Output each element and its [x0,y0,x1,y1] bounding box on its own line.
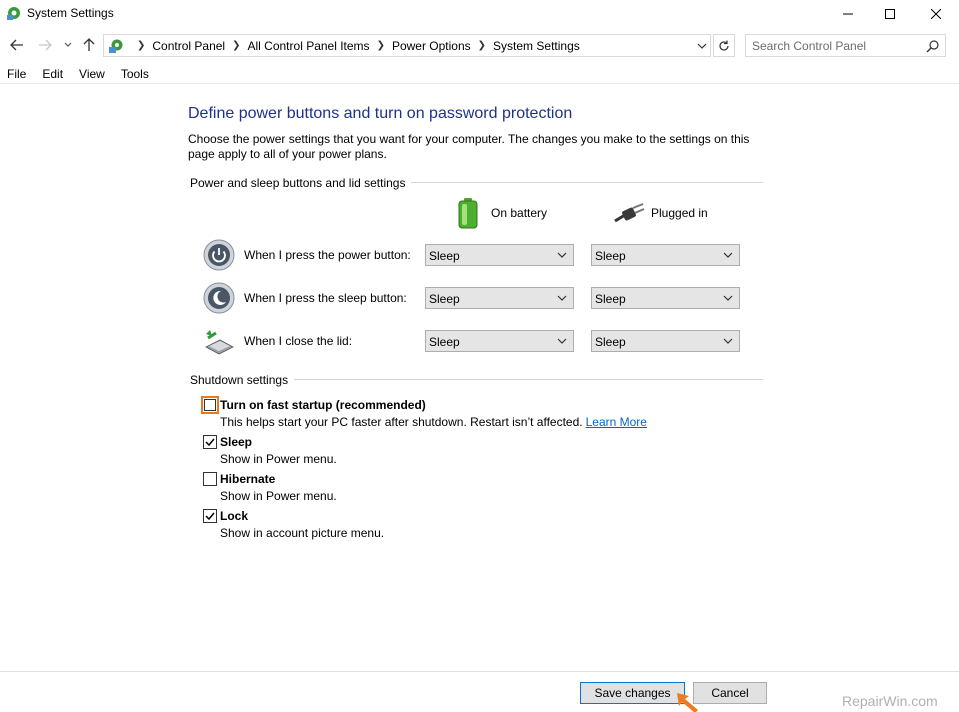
shutdown-group-label: Shutdown settings [190,373,295,387]
menu-edit[interactable]: Edit [34,67,71,81]
select-value: Sleep [429,249,460,263]
fast-startup-checkbox[interactable] [201,396,219,414]
lock-option-desc: Show in account picture menu. [220,526,385,540]
page-title: Define power buttons and turn on passwor… [188,105,573,122]
arrow-right-icon [39,39,52,51]
minimize-icon [843,13,853,15]
menu-file[interactable]: File [0,67,34,81]
sleep-checkbox[interactable] [203,435,217,449]
chevron-down-icon [64,42,72,47]
menu-tools[interactable]: Tools [113,67,157,81]
watermark: RepairWin.com [842,693,938,709]
column-header-battery: On battery [457,197,547,229]
refresh-button[interactable] [713,34,735,57]
close-lid-plugged-select[interactable]: Sleep [591,330,740,352]
chevron-right-icon: ❯ [376,40,385,51]
chevron-down-icon [723,295,733,301]
select-value: Sleep [595,335,626,349]
column-header-plugged: Plugged in [613,197,708,229]
arrow-up-icon [83,38,95,51]
sleep-option-title[interactable]: Sleep [220,435,252,449]
arrow-left-icon [10,39,23,51]
column-label-battery: On battery [491,206,548,220]
select-value: Sleep [429,292,460,306]
close-button[interactable] [913,0,959,28]
select-value: Sleep [595,292,626,306]
search-icon[interactable] [926,39,940,53]
breadcrumb-control-panel[interactable]: Control Panel [152,39,225,53]
sleep-button-label: When I press the sleep button: [244,291,407,305]
breadcrumb: ❯ Control Panel ❯ All Control Panel Item… [130,35,580,56]
window-title: System Settings [27,6,114,20]
chevron-right-icon: ❯ [137,40,146,51]
search-input[interactable] [752,38,920,53]
pointer-arrow-icon [677,693,698,712]
close-lid-battery-select[interactable]: Sleep [425,330,574,352]
learn-more-link[interactable]: Learn More [586,415,647,429]
menu-view[interactable]: View [71,67,113,81]
hibernate-checkbox[interactable] [203,472,217,486]
checkbox-box [204,399,216,411]
fast-startup-desc-text: This helps start your PC faster after sh… [220,415,583,429]
chevron-down-icon [557,252,567,258]
power-button-label: When I press the power button: [244,248,411,262]
menu-bar: File Edit View Tools [0,64,959,84]
search-box[interactable] [745,34,946,57]
chevron-down-icon [723,338,733,344]
checkmark-icon [205,438,215,447]
power-button-battery-select[interactable]: Sleep [425,244,574,266]
laptop-lid-icon [205,330,234,355]
minimize-button[interactable] [825,0,871,28]
page-description: Choose the power settings that you want … [188,132,750,161]
column-label-plugged: Plugged in [651,206,708,220]
sleep-button-plugged-select[interactable]: Sleep [591,287,740,309]
forward-button[interactable] [36,36,54,54]
power-button-plugged-select[interactable]: Sleep [591,244,740,266]
breadcrumb-all-items[interactable]: All Control Panel Items [248,39,370,53]
close-icon [931,9,941,19]
recent-locations-button[interactable] [62,36,74,54]
chevron-right-icon: ❯ [477,40,487,51]
control-panel-icon [7,7,20,20]
address-bar[interactable]: ❯ Control Panel ❯ All Control Panel Item… [103,34,711,57]
chevron-down-icon [557,338,567,344]
hibernate-option-title[interactable]: Hibernate [220,472,275,486]
select-value: Sleep [429,335,460,349]
select-value: Sleep [595,249,626,263]
title-bar: System Settings [0,0,959,28]
save-changes-button[interactable]: Save changes [580,682,685,704]
maximize-icon [885,9,895,19]
chevron-down-icon[interactable] [696,40,708,52]
chevron-down-icon [557,295,567,301]
back-button[interactable] [8,36,26,54]
fast-startup-desc: This helps start your PC faster after sh… [220,415,647,429]
sleep-button-icon [203,282,235,314]
power-group-label: Power and sleep buttons and lid settings [190,176,412,190]
fast-startup-title[interactable]: Turn on fast startup (recommended) [220,398,426,412]
checkmark-icon [205,512,215,521]
breadcrumb-system-settings[interactable]: System Settings [493,39,580,53]
chevron-right-icon: ❯ [232,40,241,51]
close-lid-label: When I close the lid: [244,334,353,348]
footer-divider [0,671,959,672]
power-plug-icon [614,203,645,223]
maximize-button[interactable] [867,0,913,28]
navigation-bar: ❯ Control Panel ❯ All Control Panel Item… [0,30,959,60]
chevron-down-icon [723,252,733,258]
lock-option-title[interactable]: Lock [220,509,248,523]
refresh-icon [719,40,729,51]
breadcrumb-power-options[interactable]: Power Options [392,39,471,53]
lock-checkbox[interactable] [203,509,217,523]
power-button-icon [203,239,235,271]
hibernate-option-desc: Show in Power menu. [220,489,337,503]
control-panel-icon [109,39,123,53]
sleep-button-battery-select[interactable]: Sleep [425,287,574,309]
battery-icon [458,198,478,229]
up-button[interactable] [80,36,98,54]
sleep-option-desc: Show in Power menu. [220,452,337,466]
